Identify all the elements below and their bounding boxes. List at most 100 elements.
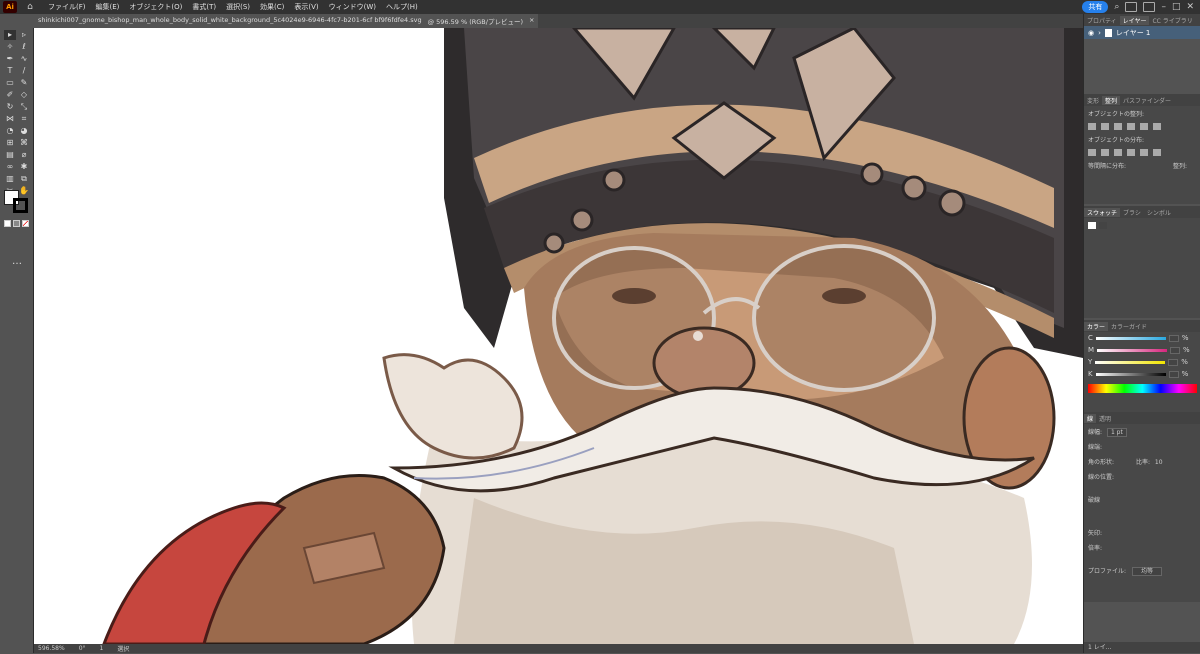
distribute-left-icon[interactable] xyxy=(1127,149,1135,156)
magenta-bar[interactable] xyxy=(1097,348,1168,352)
blend-tool-icon[interactable]: ∞ xyxy=(4,162,16,172)
shape-builder-tool-icon[interactable]: ◔ xyxy=(4,126,16,136)
gradient-mode-icon[interactable] xyxy=(13,220,20,227)
workspace-icon[interactable] xyxy=(1143,2,1156,12)
yellow-bar[interactable] xyxy=(1095,360,1166,364)
black-slider[interactable]: K % xyxy=(1084,368,1200,380)
distribute-right-icon[interactable] xyxy=(1153,149,1161,156)
eyedropper-tool-icon[interactable]: ⌀ xyxy=(18,150,30,160)
color-mode-icon[interactable] xyxy=(4,220,11,227)
tab-layers[interactable]: レイヤー xyxy=(1119,15,1150,25)
stroke-weight-input[interactable]: 1 pt xyxy=(1106,428,1127,437)
gradient-tool-icon[interactable]: ▤ xyxy=(4,150,16,160)
type-tool-icon[interactable]: T xyxy=(4,66,16,76)
layer-name[interactable]: レイヤー 1 xyxy=(1116,28,1150,38)
width-tool-icon[interactable]: ⋈ xyxy=(4,114,16,124)
distribute-top-icon[interactable] xyxy=(1088,149,1096,156)
lasso-tool-icon[interactable]: ℓ xyxy=(18,42,30,52)
selection-tool-icon[interactable]: ▸ xyxy=(4,30,16,40)
paintbrush-tool-icon[interactable]: ✎ xyxy=(18,78,30,88)
yellow-slider[interactable]: Y % xyxy=(1084,356,1200,368)
mesh-tool-icon[interactable]: ⌘ xyxy=(18,138,30,148)
cyan-bar[interactable] xyxy=(1095,336,1166,340)
column-graph-tool-icon[interactable]: ▥ xyxy=(4,174,16,184)
visibility-eye-icon[interactable]: ◉ xyxy=(1088,29,1094,37)
cyan-slider[interactable]: C % xyxy=(1084,332,1200,344)
curvature-tool-icon[interactable]: ∿ xyxy=(18,54,30,64)
scale-tool-icon[interactable]: ⤡ xyxy=(18,102,30,112)
magenta-value[interactable] xyxy=(1170,346,1181,354)
close-tab-icon[interactable]: × xyxy=(529,16,534,26)
color-spectrum[interactable] xyxy=(1088,384,1197,393)
layer-row[interactable]: ◉ › レイヤー 1 xyxy=(1084,26,1200,39)
menu-window[interactable]: ウィンドウ(W) xyxy=(324,2,381,12)
tab-brushes[interactable]: ブラシ xyxy=(1120,208,1144,217)
menu-file[interactable]: ファイル(F) xyxy=(43,2,91,12)
fill-stroke-swatches[interactable] xyxy=(4,190,32,214)
magenta-slider[interactable]: M % xyxy=(1084,344,1200,356)
menu-type[interactable]: 書式(T) xyxy=(187,2,221,12)
align-hcenter-icon[interactable] xyxy=(1101,123,1109,130)
limit-input[interactable]: 10 xyxy=(1155,459,1163,466)
tab-cc-libraries[interactable]: CC ライブラリ xyxy=(1149,16,1195,25)
align-top-icon[interactable] xyxy=(1127,123,1135,130)
home-icon[interactable]: ⌂ xyxy=(23,2,37,12)
tab-swatches[interactable]: スウォッチ xyxy=(1084,207,1121,217)
stroke-swatch[interactable] xyxy=(13,198,28,213)
cyan-value[interactable] xyxy=(1168,334,1179,342)
tab-color[interactable]: カラー xyxy=(1084,321,1109,331)
edit-toolbar-icon[interactable]: … xyxy=(12,256,22,267)
tab-align[interactable]: 整列 xyxy=(1102,95,1121,105)
document-tab[interactable]: shinkichi007_gnome_bishop_man_whole_body… xyxy=(34,14,539,28)
artboard-canvas[interactable] xyxy=(34,28,1083,644)
profile-dropdown[interactable]: 均等 xyxy=(1131,567,1162,576)
magic-wand-tool-icon[interactable]: ✧ xyxy=(4,42,16,52)
none-mode-icon[interactable] xyxy=(22,220,29,227)
perspective-grid-tool-icon[interactable]: ⊞ xyxy=(4,138,16,148)
search-icon[interactable]: ⌕ xyxy=(1114,2,1119,12)
distribute-bottom-icon[interactable] xyxy=(1114,149,1122,156)
pen-tool-icon[interactable]: ✒ xyxy=(4,54,16,64)
menu-object[interactable]: オブジェクト(O) xyxy=(124,2,187,12)
line-tool-icon[interactable]: / xyxy=(18,66,30,76)
status-mode[interactable]: 選択 xyxy=(117,644,129,653)
zoom-level[interactable]: 596.58% xyxy=(38,645,65,652)
minimize-icon[interactable]: – xyxy=(1161,2,1166,12)
share-button[interactable]: 共有 xyxy=(1082,1,1109,13)
eraser-tool-icon[interactable]: ◇ xyxy=(18,90,30,100)
swatch-gray[interactable] xyxy=(1099,222,1107,229)
expand-chevron-icon[interactable]: › xyxy=(1098,29,1101,37)
tab-color-guide[interactable]: カラーガイド xyxy=(1108,322,1150,331)
free-transform-tool-icon[interactable]: ⌗ xyxy=(18,114,30,124)
artboard-number[interactable]: 1 xyxy=(100,645,104,652)
rotate-tool-icon[interactable]: ↻ xyxy=(4,102,16,112)
align-bottom-icon[interactable] xyxy=(1153,123,1161,130)
menu-view[interactable]: 表示(V) xyxy=(289,2,323,12)
tab-transform[interactable]: 変形 xyxy=(1084,96,1102,105)
distribute-vcenter-icon[interactable] xyxy=(1101,149,1109,156)
menu-select[interactable]: 選択(S) xyxy=(221,2,255,12)
tab-symbols[interactable]: シンボル xyxy=(1144,208,1174,217)
maximize-icon[interactable]: □ xyxy=(1172,2,1181,12)
close-window-icon[interactable]: ✕ xyxy=(1186,2,1194,12)
swatch-white[interactable] xyxy=(1088,222,1096,229)
symbol-sprayer-tool-icon[interactable]: ✱ xyxy=(18,162,30,172)
distribute-hcenter-icon[interactable] xyxy=(1140,149,1148,156)
tab-properties[interactable]: プロパティ xyxy=(1084,16,1120,25)
arrange-documents-icon[interactable] xyxy=(1125,2,1138,12)
menu-effect[interactable]: 効果(C) xyxy=(255,2,289,12)
artboard-tool-icon[interactable]: ⧉ xyxy=(18,174,30,184)
rectangle-tool-icon[interactable]: ▭ xyxy=(4,78,16,88)
black-bar[interactable] xyxy=(1095,372,1166,376)
tab-stroke[interactable]: 線 xyxy=(1084,413,1097,423)
align-left-icon[interactable] xyxy=(1088,123,1096,130)
rotation-value[interactable]: 0° xyxy=(79,645,86,652)
dashed-line-checkbox[interactable]: 破線 xyxy=(1084,492,1200,507)
align-right-icon[interactable] xyxy=(1114,123,1122,130)
menu-edit[interactable]: 編集(E) xyxy=(91,2,125,12)
tab-transparency[interactable]: 透明 xyxy=(1096,414,1114,423)
direct-selection-tool-icon[interactable]: ▹ xyxy=(18,30,30,40)
tab-pathfinder[interactable]: パスファインダー xyxy=(1120,96,1174,105)
live-paint-tool-icon[interactable]: ◕ xyxy=(18,126,30,136)
yellow-value[interactable] xyxy=(1168,358,1179,366)
